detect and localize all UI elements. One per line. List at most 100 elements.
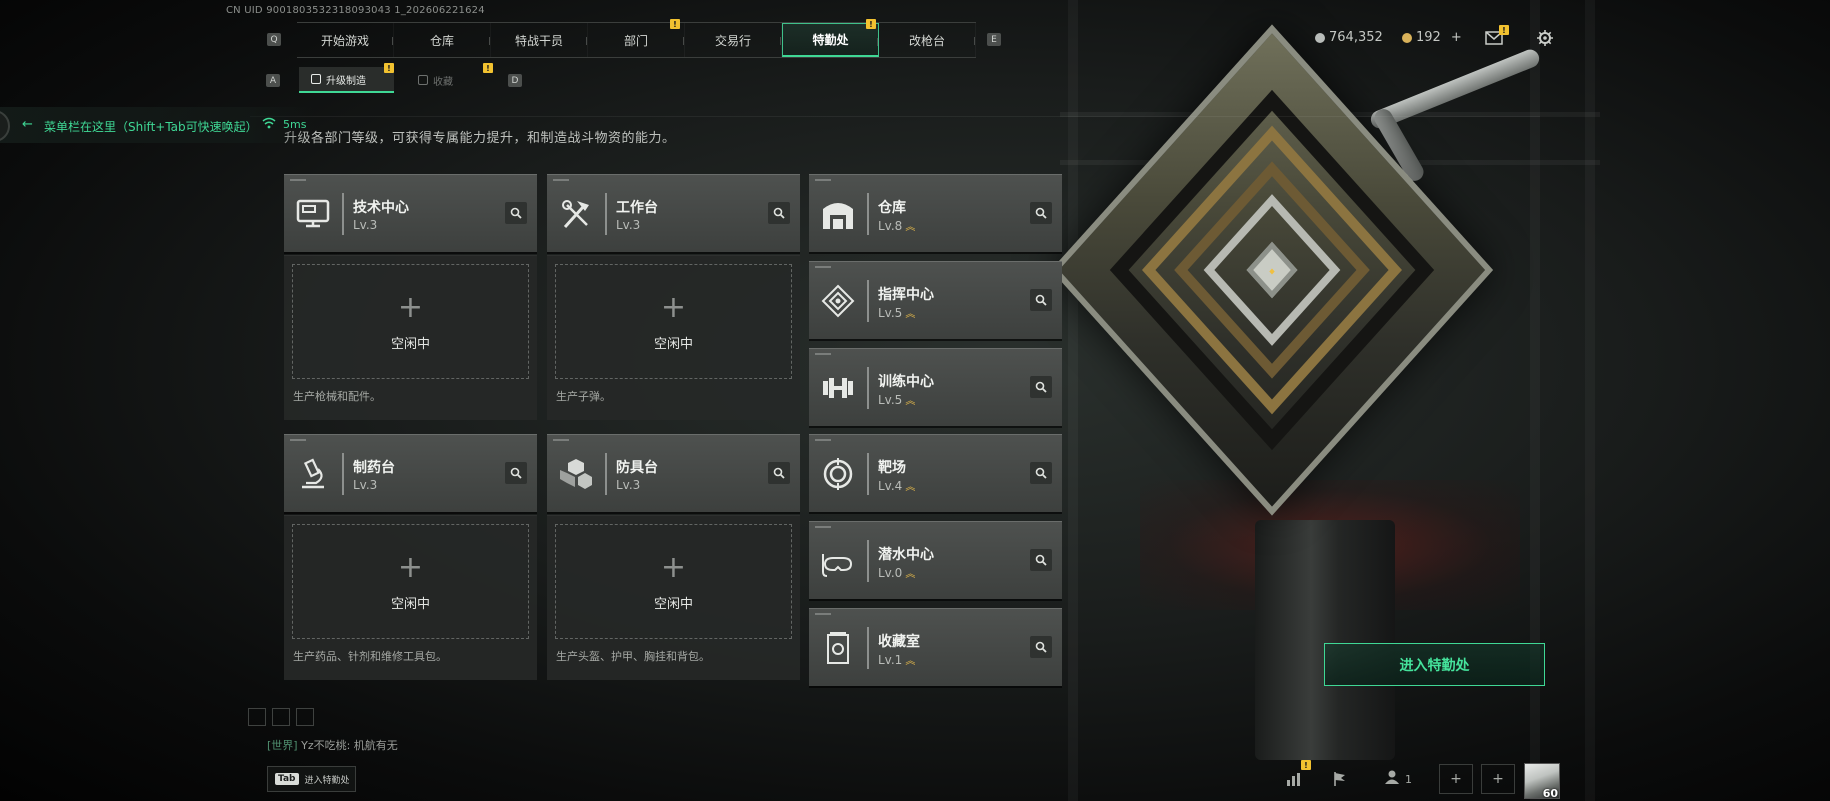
slot-status: 空闲中 <box>390 337 430 352</box>
settings-icon[interactable] <box>1534 28 1556 48</box>
facility-card-warehouse[interactable]: 仓库 Lv.8 ︽ <box>809 174 1062 252</box>
plus-icon: + <box>397 290 424 325</box>
top-tabs: 开始游戏 仓库 特战干员 部门 ! 交易行 特勤处 ! 改枪台 <box>297 19 976 58</box>
menu-tip-text: 菜单栏在这里（Shift+Tab可快速唤起） <box>44 120 258 134</box>
microscope-icon <box>294 455 332 493</box>
subtab-collection[interactable]: 收藏 ! <box>406 63 501 93</box>
search-icon[interactable] <box>1030 202 1052 224</box>
avatar[interactable]: 60 <box>1524 763 1560 800</box>
search-icon[interactable] <box>1030 462 1052 484</box>
silver-currency: 764,352 <box>1315 30 1383 45</box>
gold-coin-icon <box>1402 32 1412 43</box>
facility-level: Lv.4 ︽ <box>878 479 916 493</box>
facility-card-pharmacy[interactable]: 制药台 Lv.3 <box>284 434 537 512</box>
chat-channel: [世界] <box>267 739 298 752</box>
nav-key-right[interactable]: E <box>987 33 1001 46</box>
facility-card-workbench[interactable]: 工作台 Lv.3 <box>547 174 800 252</box>
subtab-upgrade-craft[interactable]: 升级制造 ! <box>299 63 394 93</box>
chat-expand-icon[interactable] <box>248 708 266 726</box>
facility-level: Lv.3 <box>616 478 641 492</box>
chat-text: 机航有无 <box>353 739 398 752</box>
upgrade-chevron-icon: ︽ <box>905 396 916 407</box>
facility-name: 收藏室 <box>878 634 920 650</box>
add-teammate-button[interactable]: + <box>1481 764 1515 794</box>
upgrade-chevron-icon: ︽ <box>905 222 916 233</box>
wifi-icon <box>262 116 276 133</box>
upgrade-chevron-icon: ︽ <box>905 309 916 320</box>
facility-card-collection-room[interactable]: 收藏室 Lv.1 ︽ <box>809 608 1062 686</box>
upgrade-chevron-icon: ︽ <box>905 569 916 580</box>
facility-name: 制药台 <box>353 460 395 476</box>
dumbbell-icon <box>819 369 857 407</box>
gold-currency[interactable]: 192 + <box>1402 30 1462 45</box>
menu-handle[interactable] <box>0 110 10 142</box>
chat-filter-icon[interactable] <box>272 708 290 726</box>
tab-badge: ! <box>866 19 876 29</box>
chat-settings-icon[interactable] <box>296 708 314 726</box>
tab-warehouse[interactable]: 仓库 <box>394 23 491 57</box>
snorkel-icon <box>819 542 857 580</box>
mail-icon[interactable]: ! <box>1483 25 1509 48</box>
subnav-key-left[interactable]: A <box>266 74 280 87</box>
bullseye-icon <box>819 455 857 493</box>
enter-special-ops-button[interactable]: 进入特勤处 <box>1324 643 1545 686</box>
craft-slot-tech-center[interactable]: + 空闲中 生产枪械和配件。 <box>284 255 537 420</box>
subtab-badge: ! <box>384 63 394 73</box>
search-icon[interactable] <box>1030 376 1052 398</box>
chat-message[interactable]: [世界] Yz不吃桃: 机航有无 <box>267 737 398 753</box>
craft-icon <box>311 74 321 84</box>
search-icon[interactable] <box>505 462 527 484</box>
subnav-key-right[interactable]: D <box>508 74 522 87</box>
facility-card-tech-center[interactable]: 技术中心 Lv.3 <box>284 174 537 252</box>
craft-slot-armor-bench[interactable]: + 空闲中 生产头盔、护甲、胸挂和背包。 <box>547 515 800 680</box>
add-teammate-button[interactable]: + <box>1439 764 1473 794</box>
upgrade-chevron-icon: ︽ <box>905 482 916 493</box>
chat-toolbar <box>248 708 314 726</box>
facility-level: Lv.3 <box>616 218 641 232</box>
facility-card-diving-center[interactable]: 潜水中心 Lv.0 ︽ <box>809 521 1062 599</box>
tab-operators[interactable]: 特战干员 <box>491 23 588 57</box>
facility-card-command-center[interactable]: 指挥中心 Lv.5 ︽ <box>809 261 1062 339</box>
divider <box>250 116 1540 117</box>
facility-card-armor-bench[interactable]: 防具台 Lv.3 <box>547 434 800 512</box>
team-button[interactable]: 1 <box>1378 764 1418 794</box>
subtab-badge: ! <box>483 63 493 73</box>
search-icon[interactable] <box>1030 549 1052 571</box>
stats-icon[interactable]: ! <box>1281 760 1311 794</box>
tab-start-game[interactable]: 开始游戏 <box>297 23 394 57</box>
arrow-left-icon: ← <box>22 117 33 132</box>
tab-key: Tab <box>275 773 299 785</box>
search-icon[interactable] <box>768 462 790 484</box>
tab-special-ops[interactable]: 特勤处 ! <box>782 19 879 57</box>
ping-text: 5ms <box>283 118 307 131</box>
slot-description: 生产子弹。 <box>556 390 611 403</box>
tab-gunsmith[interactable]: 改枪台 <box>879 23 976 57</box>
upgrade-chevron-icon: ︽ <box>905 656 916 667</box>
target-icon <box>819 282 857 320</box>
slot-description: 生产药品、针剂和维修工具包。 <box>293 650 447 663</box>
tools-icon <box>557 195 595 233</box>
slot-status: 空闲中 <box>653 337 693 352</box>
slot-status: 空闲中 <box>390 597 430 612</box>
bg-pillar <box>1585 0 1595 801</box>
player-level: 60 <box>1542 787 1558 800</box>
menu-tip-banner[interactable]: ← 菜单栏在这里（Shift+Tab可快速唤起） 5ms <box>0 107 315 143</box>
facility-card-training-center[interactable]: 训练中心 Lv.5 ︽ <box>809 348 1062 426</box>
facility-name: 仓库 <box>878 200 906 216</box>
tab-department[interactable]: 部门 ! <box>588 19 685 57</box>
craft-slot-workbench[interactable]: + 空闲中 生产子弹。 <box>547 255 800 420</box>
search-icon[interactable] <box>768 202 790 224</box>
flag-icon[interactable] <box>1327 764 1353 794</box>
facility-level: Lv.5 ︽ <box>878 306 916 320</box>
nav-key-left[interactable]: Q <box>267 33 281 46</box>
add-currency-button[interactable]: + <box>1451 30 1462 45</box>
search-icon[interactable] <box>1030 636 1052 658</box>
team-count: 1 <box>1405 772 1412 786</box>
tab-trading[interactable]: 交易行 <box>685 23 782 57</box>
tab-hint-button[interactable]: Tab 进入特勤处 <box>267 766 356 792</box>
craft-slot-pharmacy[interactable]: + 空闲中 生产药品、针剂和维修工具包。 <box>284 515 537 680</box>
search-icon[interactable] <box>1030 289 1052 311</box>
facility-card-range[interactable]: 靶场 Lv.4 ︽ <box>809 434 1062 512</box>
person-icon <box>1384 769 1400 789</box>
search-icon[interactable] <box>505 202 527 224</box>
